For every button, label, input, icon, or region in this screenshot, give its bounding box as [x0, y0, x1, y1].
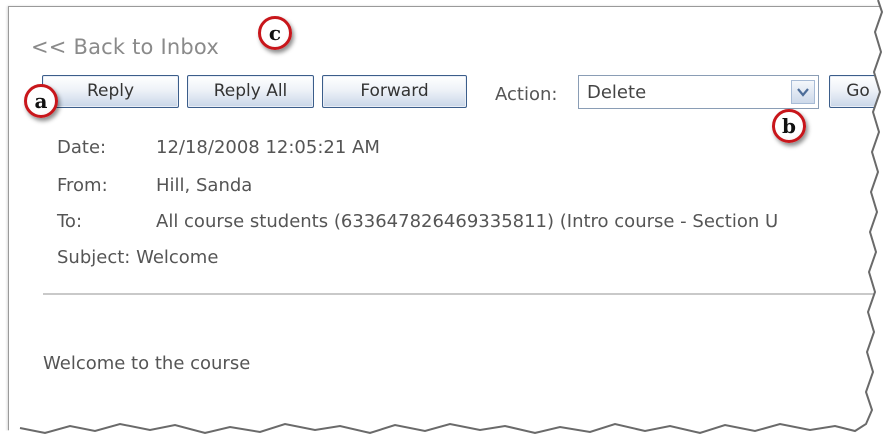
- reply-button[interactable]: Reply: [42, 75, 179, 108]
- header-divider: [43, 293, 881, 295]
- callout-c: c: [258, 16, 292, 50]
- forward-button[interactable]: Forward: [322, 75, 467, 108]
- from-value: Hill, Sanda: [156, 175, 253, 196]
- to-label: To:: [57, 211, 83, 232]
- back-to-inbox-link[interactable]: << Back to Inbox: [31, 35, 219, 59]
- reply-all-button[interactable]: Reply All: [187, 75, 314, 108]
- message-view-panel: << Back to Inbox Reply Reply All Forward…: [8, 6, 881, 431]
- go-button[interactable]: Go: [829, 75, 881, 108]
- callout-b: b: [772, 109, 806, 143]
- action-selected-value: Delete: [587, 82, 647, 103]
- date-value: 12/18/2008 12:05:21 AM: [156, 137, 380, 158]
- action-label: Action:: [495, 84, 558, 105]
- from-label: From:: [57, 175, 108, 196]
- action-select[interactable]: Delete: [578, 75, 819, 109]
- chevron-down-icon[interactable]: [791, 80, 815, 104]
- date-label: Date:: [57, 137, 107, 158]
- callout-a: a: [24, 84, 58, 118]
- subject-line: Subject: Welcome: [57, 247, 219, 268]
- to-value: All course students (633647826469335811)…: [156, 211, 779, 232]
- message-body: Welcome to the course: [43, 353, 251, 374]
